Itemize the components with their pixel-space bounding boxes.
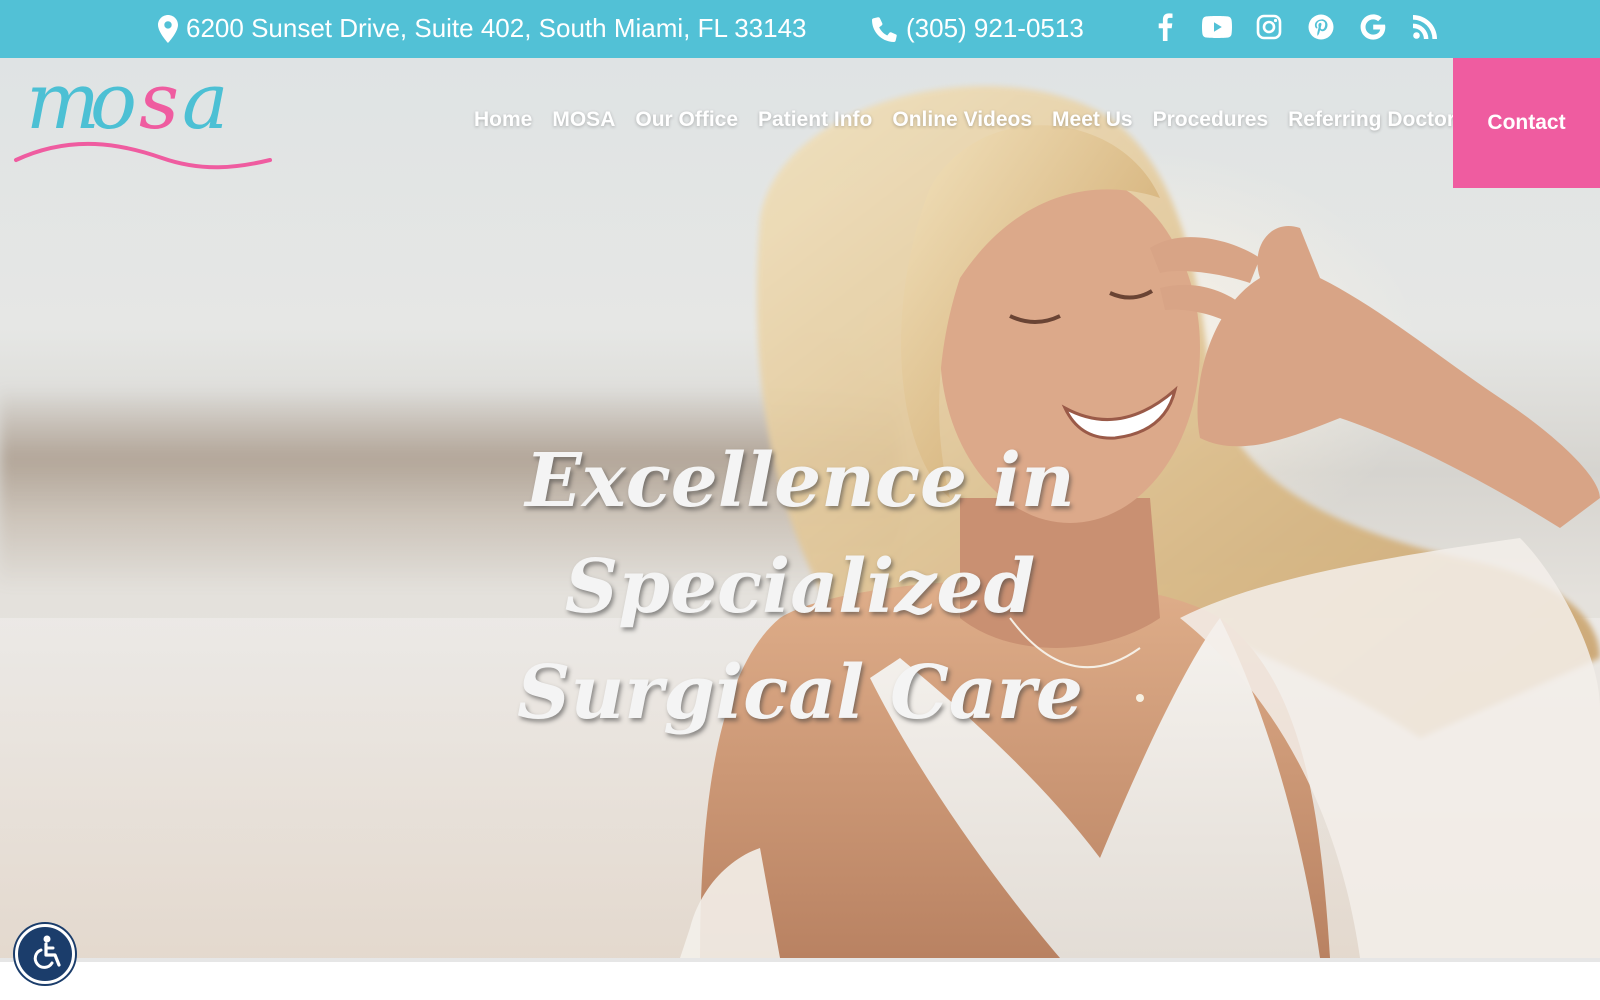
main-nav: Home MOSA Our Office Patient Info Online… bbox=[464, 108, 1477, 132]
map-marker-icon bbox=[158, 14, 178, 43]
hero-headline-line-1: Excellence in Specialized bbox=[525, 438, 1075, 630]
phone-text: (305) 921-0513 bbox=[906, 13, 1084, 43]
rss-icon[interactable] bbox=[1410, 12, 1440, 42]
hero-headline: Excellence in Specialized Surgical Care bbox=[300, 428, 1300, 746]
top-info-bar: 6200 Sunset Drive, Suite 402, South Miam… bbox=[0, 0, 1600, 58]
svg-text:a: a bbox=[182, 64, 229, 147]
pinterest-icon[interactable] bbox=[1306, 12, 1336, 42]
nav-home[interactable]: Home bbox=[464, 108, 542, 132]
nav-patient-info[interactable]: Patient Info bbox=[748, 108, 882, 132]
facebook-icon[interactable] bbox=[1150, 12, 1180, 42]
section-divider bbox=[0, 958, 1600, 962]
nav-our-office[interactable]: Our Office bbox=[625, 108, 748, 132]
hero-headline-line-2: Surgical Care bbox=[517, 650, 1083, 736]
svg-text:s: s bbox=[139, 64, 179, 147]
svg-text:o: o bbox=[90, 64, 137, 147]
nav-procedures[interactable]: Procedures bbox=[1143, 108, 1279, 132]
svg-text:m: m bbox=[26, 64, 100, 147]
nav-referring-doctors[interactable]: Referring Doctors bbox=[1278, 108, 1477, 132]
address-text: 6200 Sunset Drive, Suite 402, South Miam… bbox=[186, 13, 807, 43]
accessibility-button[interactable] bbox=[15, 924, 75, 984]
mosa-logo[interactable]: m o s a bbox=[12, 57, 274, 184]
nav-meet-us[interactable]: Meet Us bbox=[1042, 108, 1143, 132]
contact-button[interactable]: Contact bbox=[1453, 58, 1600, 188]
phone[interactable]: (305) 921-0513 bbox=[872, 13, 1084, 44]
nav-online-videos[interactable]: Online Videos bbox=[882, 108, 1042, 132]
google-icon[interactable] bbox=[1358, 12, 1388, 42]
hero-section: Excellence in Specialized Surgical Care bbox=[0, 58, 1600, 958]
instagram-icon[interactable] bbox=[1254, 12, 1284, 42]
social-links bbox=[1150, 12, 1440, 42]
address[interactable]: 6200 Sunset Drive, Suite 402, South Miam… bbox=[158, 13, 807, 44]
accessibility-icon bbox=[25, 932, 65, 977]
phone-icon bbox=[872, 16, 898, 42]
youtube-icon[interactable] bbox=[1202, 12, 1232, 42]
nav-mosa[interactable]: MOSA bbox=[542, 108, 625, 132]
